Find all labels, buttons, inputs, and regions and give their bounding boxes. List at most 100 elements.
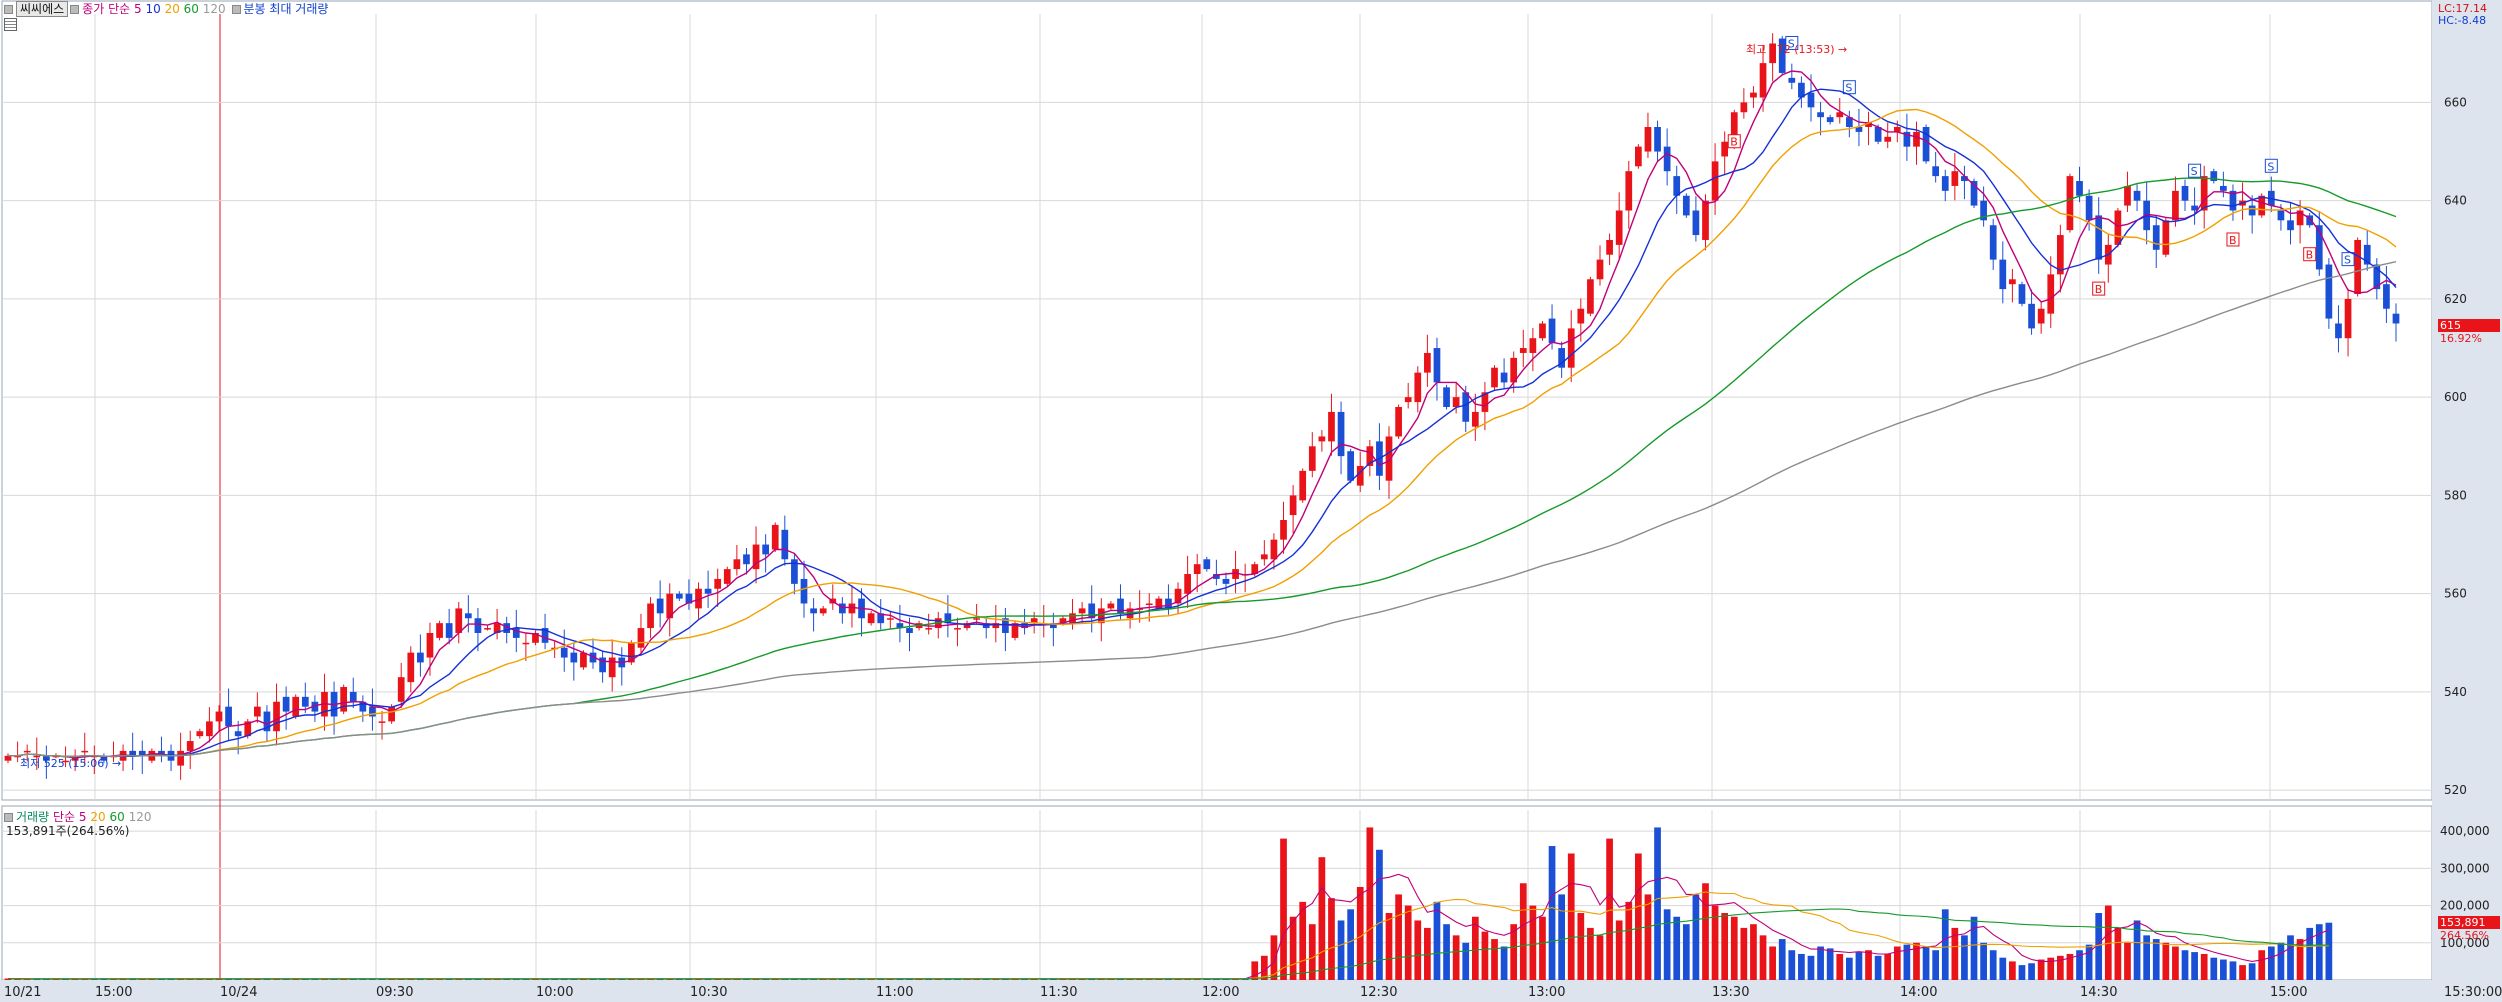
candle-body xyxy=(2162,220,2170,255)
low-annotation: 최저 525 (15:06) → xyxy=(20,757,122,770)
stock-name[interactable]: 씨씨에스 xyxy=(16,1,69,17)
volume-bar xyxy=(2267,946,2275,980)
candle-body xyxy=(282,696,290,712)
volume-bar xyxy=(2220,959,2227,980)
candle-body xyxy=(2076,181,2083,196)
candle-body xyxy=(1682,195,1690,216)
candle-body xyxy=(1443,387,1450,407)
candle-body xyxy=(819,608,827,614)
candle-body xyxy=(253,706,261,717)
volume-bar xyxy=(1702,883,1709,980)
candle-body xyxy=(647,603,654,629)
volume-bar xyxy=(1807,955,1815,980)
candle-body xyxy=(484,628,491,630)
candle-body xyxy=(1884,136,1892,142)
volume-bar xyxy=(1798,953,1805,980)
volume-bar xyxy=(1788,950,1796,980)
candle-body xyxy=(2095,215,2103,260)
volume-bar xyxy=(2143,935,2151,980)
volume-bar xyxy=(2200,953,2208,980)
candle-body xyxy=(570,652,578,663)
volume-bar xyxy=(1836,953,1844,980)
volume-bar xyxy=(1922,946,1930,980)
ma120-label: 120 xyxy=(202,2,226,16)
volume-bar xyxy=(1289,916,1297,980)
candle-body xyxy=(580,652,587,668)
candle-body xyxy=(23,750,31,753)
candle-body xyxy=(1203,559,1211,570)
candle-body xyxy=(2354,239,2361,295)
candle-body xyxy=(1606,239,1613,255)
candle-body xyxy=(1817,112,1824,118)
volume-bar xyxy=(1529,905,1537,980)
candle-body xyxy=(2392,313,2400,324)
candle-body xyxy=(1913,131,1920,147)
candle-body xyxy=(407,652,415,683)
candle-body xyxy=(2047,274,2055,314)
candle-body xyxy=(886,618,894,620)
candle-body xyxy=(2018,284,2026,304)
volume-bar xyxy=(2248,963,2256,980)
time-tick-label: 10:30 xyxy=(690,985,727,1000)
volume-bar xyxy=(1644,894,1652,980)
volume-bar xyxy=(1539,916,1546,980)
volume-bar xyxy=(1721,913,1729,980)
current-volume-ratio: 264.56% xyxy=(2440,929,2489,942)
price-tick-label: 580 xyxy=(2444,488,2467,502)
candle-label[interactable]: 분봉 최대 거래량 xyxy=(244,2,329,16)
right-axis-panel xyxy=(2432,0,2502,1002)
candle-body xyxy=(2066,176,2074,231)
time-tick-label: 10/24 xyxy=(220,985,257,1000)
volume-bar xyxy=(1500,946,1508,980)
candle-body xyxy=(464,613,472,619)
volume-bar xyxy=(1615,920,1623,980)
candle-body xyxy=(704,588,712,594)
volume-bar xyxy=(1855,952,1863,980)
volume-bar xyxy=(2258,950,2266,980)
candle-body xyxy=(1922,126,1930,162)
time-tick-label: 15:30:00 xyxy=(2444,985,2502,1000)
volume-bar xyxy=(1491,939,1498,980)
candle-body xyxy=(2114,210,2122,245)
volume-bar xyxy=(1596,935,1604,980)
candle-body xyxy=(839,603,846,614)
volume-label[interactable]: 거래량 xyxy=(16,810,49,824)
volume-bar xyxy=(1778,939,1786,980)
high-annotation: 최고 672 (13:53) → xyxy=(1746,43,1848,56)
vma60-label: 60 xyxy=(109,810,125,824)
volume-bar xyxy=(2095,913,2103,980)
volume-toggle-icon[interactable] xyxy=(4,812,13,822)
grid-settings-icon[interactable] xyxy=(4,18,17,34)
signal-label: B xyxy=(2229,234,2237,247)
candle-body xyxy=(1356,465,1364,486)
volume-bar xyxy=(1625,901,1633,980)
candle-body xyxy=(1711,161,1719,201)
ma60-label: 60 xyxy=(183,2,199,16)
candle-body xyxy=(1539,323,1546,339)
candle-body xyxy=(1702,200,1709,240)
volume-bar xyxy=(2172,946,2179,980)
indicator-toggle-icon[interactable] xyxy=(70,4,80,14)
candle-body xyxy=(656,598,664,614)
volume-bar xyxy=(1356,886,1364,980)
candle-body xyxy=(2200,176,2208,211)
candle-body xyxy=(1308,446,1316,471)
volume-bar xyxy=(1337,920,1345,980)
candle-body xyxy=(1654,126,1661,152)
candle-body xyxy=(1222,578,1230,584)
time-tick-label: 14:00 xyxy=(1900,985,1937,1000)
candle-body xyxy=(2085,195,2093,221)
time-tick-label: 12:30 xyxy=(1360,985,1397,1000)
candle-body xyxy=(206,721,213,737)
vma5-label: 5 xyxy=(78,810,87,824)
price-tick-label: 520 xyxy=(2444,783,2467,797)
volume-bar xyxy=(1817,946,1824,980)
volume-bar xyxy=(1932,950,1940,980)
candle-body xyxy=(925,628,933,630)
candle-body xyxy=(771,524,779,550)
collapse-toggle-icon[interactable] xyxy=(4,4,13,14)
volume-bar xyxy=(1989,950,1997,980)
volume-bar xyxy=(1961,935,1968,980)
price-ma-label[interactable]: 종가 단순 xyxy=(82,2,130,16)
candle-toggle-icon[interactable] xyxy=(231,4,241,14)
